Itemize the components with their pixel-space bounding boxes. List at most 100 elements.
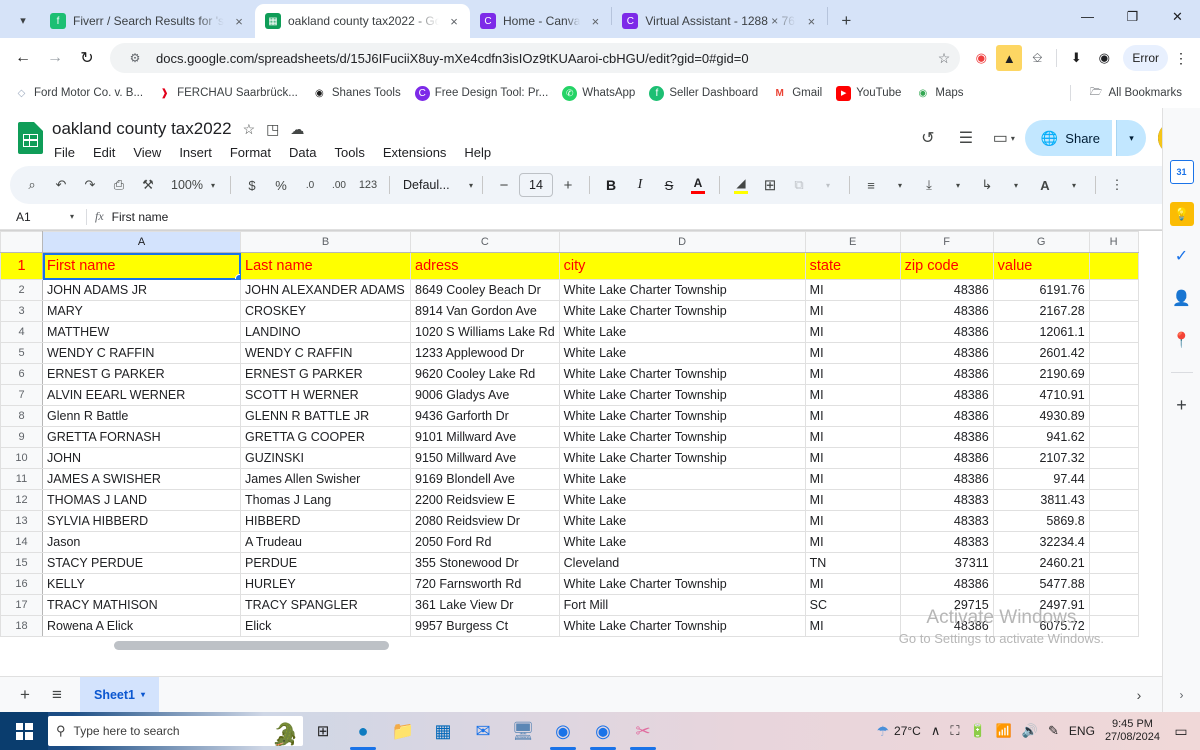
cell-h10[interactable] [1088, 447, 1139, 469]
cell-b10[interactable]: GUZINSKI [240, 447, 411, 469]
bold-button[interactable]: B [597, 171, 625, 199]
cell-f5[interactable]: 48386 [899, 342, 994, 364]
cell-h3[interactable] [1088, 300, 1139, 322]
redo-icon[interactable]: ↷ [76, 171, 104, 199]
cell-c18[interactable]: 9957 Burgess Ct [410, 615, 560, 637]
bookmark-item[interactable]: ◉ Shanes Tools [306, 83, 407, 104]
undo-icon[interactable]: ↶ [47, 171, 75, 199]
bookmark-item[interactable]: M Gmail [766, 83, 828, 104]
cell-c5[interactable]: 1233 Applewood Dr [410, 342, 560, 364]
cell-d18[interactable]: White Lake Charter Township [558, 615, 806, 637]
cell-c14[interactable]: 2050 Ford Rd [410, 531, 560, 553]
cell-d14[interactable]: White Lake [558, 531, 806, 553]
cell-f18[interactable]: 48386 [899, 615, 994, 637]
menu-edit[interactable]: Edit [91, 144, 117, 161]
cell-d9[interactable]: White Lake Charter Township [558, 426, 806, 448]
cell-a3[interactable]: MARY [42, 300, 241, 322]
cell-e2[interactable]: MI [804, 279, 901, 301]
cell-b13[interactable]: HIBBERD [240, 510, 411, 532]
download-icon[interactable]: ⬇ [1063, 45, 1089, 71]
puzzle-extensions-icon[interactable]: ⎒ [1024, 45, 1050, 71]
chrome-menu-icon[interactable]: ⋮ [1170, 50, 1192, 67]
vertical-align-button[interactable]: ⤓ [915, 171, 943, 199]
cell-f15[interactable]: 37311 [899, 552, 994, 574]
cell-g7[interactable]: 4710.91 [992, 384, 1090, 406]
close-icon[interactable]: × [587, 13, 603, 29]
cell-e3[interactable]: MI [804, 300, 901, 322]
volume-icon[interactable]: 🔊 [1022, 723, 1038, 739]
paint-format-icon[interactable]: ⚒ [134, 171, 162, 199]
cell-d3[interactable]: White Lake Charter Township [558, 300, 806, 322]
cell-g13[interactable]: 5869.8 [992, 510, 1090, 532]
cell-e7[interactable]: MI [804, 384, 901, 406]
document-title[interactable]: oakland county tax2022 [52, 119, 232, 139]
weather-widget[interactable]: ☂ 27°C [876, 723, 920, 740]
language-indicator[interactable]: ENG [1069, 724, 1095, 738]
cell-e14[interactable]: MI [804, 531, 901, 553]
cell-e5[interactable]: MI [804, 342, 901, 364]
chrome-icon[interactable]: ◉ [543, 712, 583, 750]
cell-d1[interactable]: city [558, 252, 806, 280]
cell-h11[interactable] [1088, 468, 1139, 490]
name-box[interactable]: A1 ▾ [10, 210, 78, 224]
bookmark-item[interactable]: ◉ Maps [909, 83, 969, 104]
text-wrap-dropdown-icon[interactable]: ▾ [1002, 171, 1030, 199]
cell-a14[interactable]: Jason [42, 531, 241, 553]
cell-g6[interactable]: 2190.69 [992, 363, 1090, 385]
cell-d12[interactable]: White Lake [558, 489, 806, 511]
menu-file[interactable]: File [52, 144, 77, 161]
row-header[interactable]: 9 [0, 426, 43, 448]
browser-tab-0[interactable]: f Fiverr / Search Results for 'skip t × [40, 4, 255, 38]
close-icon[interactable]: × [803, 13, 819, 29]
google-maps-icon[interactable]: 📍 [1170, 328, 1194, 352]
add-app-icon[interactable]: + [1170, 393, 1194, 417]
cell-h13[interactable] [1088, 510, 1139, 532]
chrome-icon[interactable]: ◉ [583, 712, 623, 750]
column-header-b[interactable]: B [240, 231, 411, 253]
cell-e8[interactable]: MI [804, 405, 901, 427]
cell-e15[interactable]: TN [804, 552, 901, 574]
column-header-c[interactable]: C [410, 231, 560, 253]
all-sheets-button[interactable]: ≡ [42, 680, 72, 710]
cell-c2[interactable]: 8649 Cooley Beach Dr [410, 279, 560, 301]
share-dropdown-icon[interactable]: ▾ [1116, 120, 1146, 156]
cell-e17[interactable]: SC [804, 594, 901, 616]
cell-g9[interactable]: 941.62 [992, 426, 1090, 448]
cell-b18[interactable]: Elick [240, 615, 411, 637]
cell-g5[interactable]: 2601.42 [992, 342, 1090, 364]
cell-g14[interactable]: 32234.4 [992, 531, 1090, 553]
close-icon[interactable]: × [446, 13, 462, 29]
profile-avatar-icon[interactable]: ◉ [1091, 45, 1117, 71]
more-formats-button[interactable]: 123 [354, 171, 382, 199]
cell-c8[interactable]: 9436 Garforth Dr [410, 405, 560, 427]
cell-f1[interactable]: zip code [899, 252, 994, 280]
cell-b7[interactable]: SCOTT H WERNER [240, 384, 411, 406]
remote-desktop-icon[interactable]: 🖥 [503, 712, 543, 750]
horizontal-scrollbar[interactable] [42, 641, 1130, 652]
cell-b2[interactable]: JOHN ALEXANDER ADAMS [240, 279, 411, 301]
cell-h7[interactable] [1088, 384, 1139, 406]
windows-start-icon[interactable] [0, 712, 48, 750]
column-header-d[interactable]: D [558, 231, 806, 253]
cell-b3[interactable]: CROSKEY [240, 300, 411, 322]
cell-h8[interactable] [1088, 405, 1139, 427]
cell-f12[interactable]: 48383 [899, 489, 994, 511]
browser-tab-1-active[interactable]: ▦ oakland county tax2022 - Goog × [255, 4, 470, 38]
site-settings-icon[interactable]: ⚙ [122, 45, 148, 71]
google-contacts-icon[interactable]: 👤 [1170, 286, 1194, 310]
cell-h2[interactable] [1088, 279, 1139, 301]
file-explorer-icon[interactable]: 📁 [383, 712, 423, 750]
menu-extensions[interactable]: Extensions [381, 144, 449, 161]
menu-data[interactable]: Data [287, 144, 318, 161]
bookmark-item[interactable]: f Seller Dashboard [643, 83, 764, 104]
cell-g3[interactable]: 2167.28 [992, 300, 1090, 322]
horizontal-align-button[interactable]: ≡ [857, 171, 885, 199]
cell-a17[interactable]: TRACY MATHISON [42, 594, 241, 616]
cell-a10[interactable]: JOHN [42, 447, 241, 469]
microsoft-store-icon[interactable]: ▦ [423, 712, 463, 750]
address-bar[interactable]: ⚙ docs.google.com/spreadsheets/d/15J6IFu… [110, 43, 961, 73]
merge-dropdown-icon[interactable]: ▾ [814, 171, 842, 199]
bookmark-item[interactable]: ❱ FERCHAU Saarbrück... [151, 83, 304, 104]
pen-menu-icon[interactable]: ✎ [1048, 723, 1059, 739]
cell-g10[interactable]: 2107.32 [992, 447, 1090, 469]
